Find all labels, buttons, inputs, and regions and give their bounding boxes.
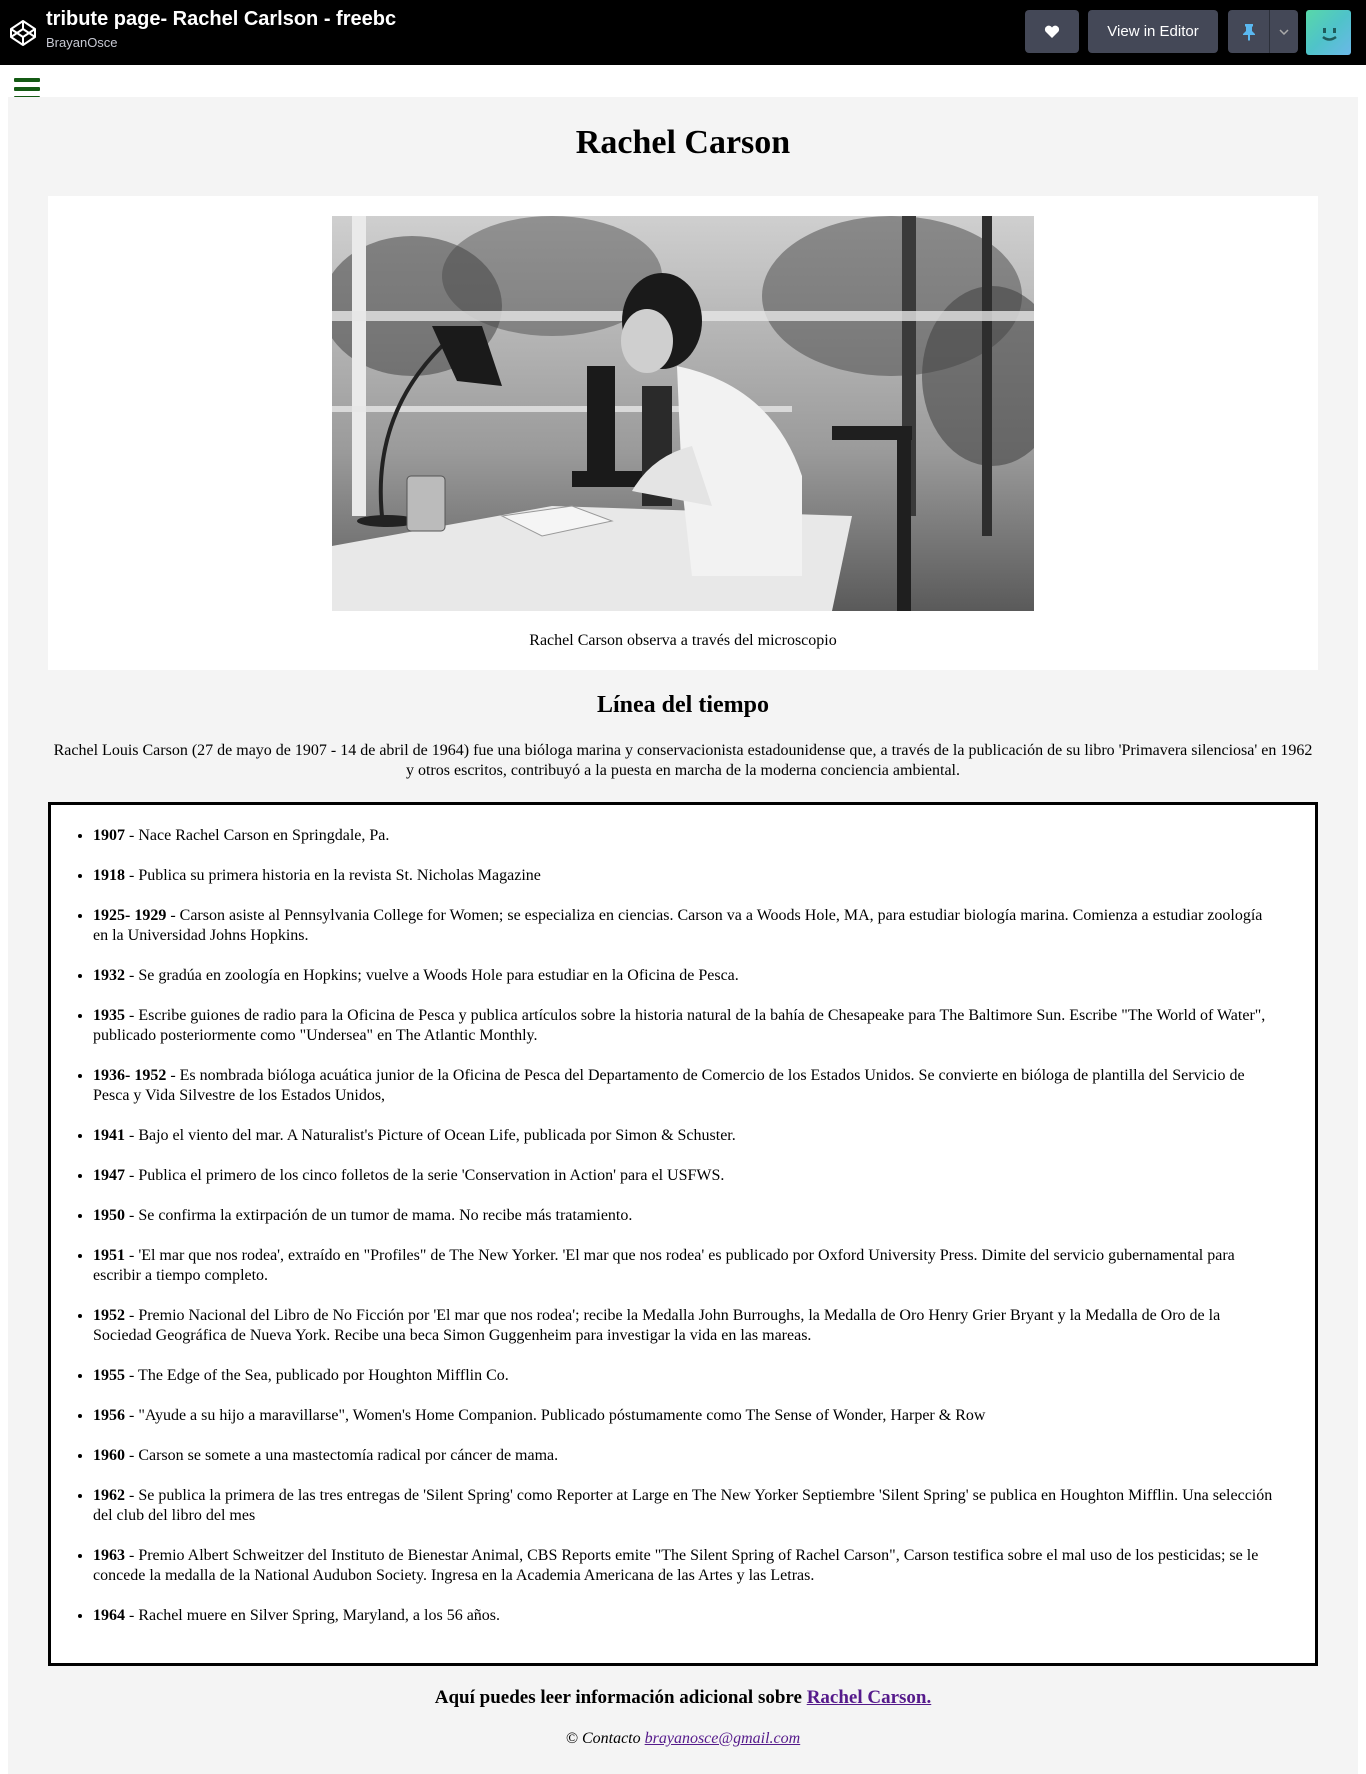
timeline-text: - The Edge of the Sea, publicado por Hou… [125, 1367, 509, 1384]
rachel-carson-link[interactable]: Rachel Carson. [807, 1687, 932, 1708]
timeline-year: 1964 [93, 1607, 125, 1624]
pin-button[interactable] [1228, 10, 1298, 53]
footer-text: Aquí puedes leer información adicional s… [434, 1687, 807, 1708]
avatar[interactable] [1306, 10, 1351, 55]
timeline-item: 1956 - "Ayude a su hijo a maravillarse",… [93, 1406, 1275, 1426]
timeline-text: - "Ayude a su hijo a maravillarse", Wome… [125, 1407, 986, 1424]
timeline-item: 1952 - Premio Nacional del Libro de No F… [93, 1306, 1275, 1346]
timeline-text: - Rachel muere en Silver Spring, Marylan… [125, 1607, 501, 1624]
pen-author[interactable]: BrayanOsce [46, 35, 118, 50]
footer-info: Aquí puedes leer información adicional s… [8, 1687, 1358, 1709]
timeline-year: 1962 [93, 1487, 125, 1504]
timeline-year: 1936- 1952 [93, 1067, 167, 1084]
timeline-text: - Bajo el viento del mar. A Naturalist's… [125, 1127, 736, 1144]
timeline-year: 1935 [93, 1007, 125, 1024]
timeline-item: 1962 - Se publica la primera de las tres… [93, 1486, 1275, 1526]
timeline-text: - Se publica la primera de las tres entr… [93, 1487, 1273, 1524]
image-card: Rachel Carson observa a través del micro… [48, 196, 1318, 670]
chevron-down-icon[interactable] [1270, 10, 1298, 53]
timeline-item: 1936- 1952 - Es nombrada bióloga acuátic… [93, 1066, 1275, 1106]
timeline-item: 1960 - Carson se somete a una mastectomí… [93, 1446, 1275, 1466]
pin-icon[interactable] [1228, 10, 1270, 53]
contact-line: © Contacto brayanosce@gmail.com [8, 1730, 1358, 1748]
pen-title[interactable]: tribute page- Rachel Carlson - freebc [46, 8, 396, 31]
rachel-carson-photo [332, 216, 1034, 611]
timeline-text: - Carson se somete a una mastectomía rad… [125, 1447, 559, 1464]
timeline-year: 1960 [93, 1447, 125, 1464]
timeline-list: 1907 - Nace Rachel Carson en Springdale,… [51, 826, 1315, 1646]
timeline-item: 1932 - Se gradúa en zoología en Hopkins;… [93, 966, 1275, 986]
timeline-text: - Escribe guiones de radio para la Ofici… [93, 1007, 1266, 1044]
timeline-item: 1925- 1929 - Carson asiste al Pennsylvan… [93, 906, 1275, 946]
timeline-text: - Premio Albert Schweitzer del Instituto… [93, 1547, 1259, 1584]
timeline-item: 1950 - Se confirma la extirpación de un … [93, 1206, 1275, 1226]
codepen-logo-icon[interactable] [8, 18, 38, 48]
timeline-year: 1932 [93, 967, 125, 984]
timeline-text: - Nace Rachel Carson en Springdale, Pa. [125, 827, 390, 844]
main-content: Rachel Carson Rachel Carson observa a tr… [8, 97, 1358, 1774]
timeline-year: 1955 [93, 1367, 125, 1384]
timeline-year: 1951 [93, 1247, 125, 1264]
timeline-item: 1918 - Publica su primera historia en la… [93, 866, 1275, 886]
timeline-text: - Publica el primero de los cinco follet… [125, 1167, 725, 1184]
timeline-item: 1935 - Escribe guiones de radio para la … [93, 1006, 1275, 1046]
timeline-year: 1907 [93, 827, 125, 844]
timeline-text: - Publica su primera historia en la revi… [125, 867, 541, 884]
timeline-text: - Se gradúa en zoología en Hopkins; vuel… [125, 967, 739, 984]
intro-paragraph: Rachel Louis Carson (27 de mayo de 1907 … [53, 742, 1313, 779]
timeline-item: 1955 - The Edge of the Sea, publicado po… [93, 1366, 1275, 1386]
timeline-text: - Carson asiste al Pennsylvania College … [93, 907, 1263, 944]
timeline-year: 1956 [93, 1407, 125, 1424]
timeline-year: 1925- 1929 [93, 907, 167, 924]
timeline-item: 1941 - Bajo el viento del mar. A Natural… [93, 1126, 1275, 1146]
timeline-box: 1907 - Nace Rachel Carson en Springdale,… [48, 802, 1318, 1666]
view-in-editor-button[interactable]: View in Editor [1088, 10, 1218, 53]
heart-icon [1044, 25, 1060, 38]
image-caption: Rachel Carson observa a través del micro… [529, 632, 837, 649]
contact-email-link[interactable]: brayanosce@gmail.com [645, 1730, 801, 1747]
contact-text: © Contacto [565, 1730, 645, 1747]
smiley-icon [1321, 27, 1337, 41]
timeline-item: 1947 - Publica el primero de los cinco f… [93, 1166, 1275, 1186]
page-title: Rachel Carson [575, 124, 791, 161]
timeline-text: - 'El mar que nos rodea', extraído en "P… [93, 1247, 1235, 1284]
timeline-text: - Se confirma la extirpación de un tumor… [125, 1207, 633, 1224]
timeline-text: - Premio Nacional del Libro de No Ficció… [93, 1307, 1221, 1344]
timeline-year: 1941 [93, 1127, 125, 1144]
heart-button[interactable] [1025, 10, 1079, 53]
timeline-text: - Es nombrada bióloga acuática junior de… [93, 1067, 1245, 1104]
timeline-year: 1918 [93, 867, 125, 884]
timeline-year: 1947 [93, 1167, 125, 1184]
timeline-year: 1952 [93, 1307, 125, 1324]
timeline-year: 1950 [93, 1207, 125, 1224]
timeline-item: 1964 - Rachel muere en Silver Spring, Ma… [93, 1606, 1275, 1626]
timeline-year: 1963 [93, 1547, 125, 1564]
codepen-header: tribute page- Rachel Carlson - freebc Br… [0, 0, 1366, 65]
timeline-heading: Línea del tiempo [597, 692, 769, 718]
timeline-item: 1963 - Premio Albert Schweitzer del Inst… [93, 1546, 1275, 1586]
timeline-item: 1907 - Nace Rachel Carson en Springdale,… [93, 826, 1275, 846]
timeline-item: 1951 - 'El mar que nos rodea', extraído … [93, 1246, 1275, 1286]
